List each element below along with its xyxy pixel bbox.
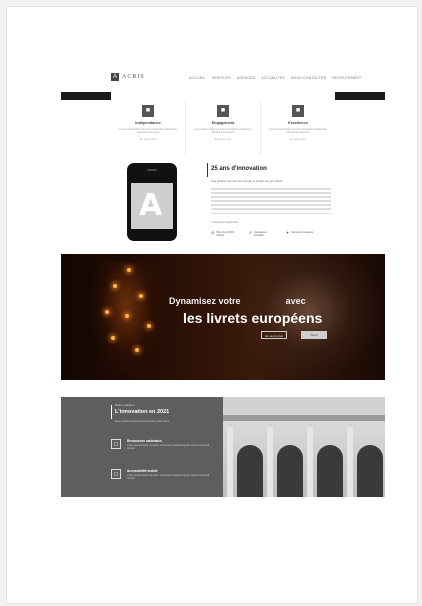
- nav-item-contact[interactable]: Nous contacter: [291, 76, 326, 80]
- innovation-stats: ◎ Plus de 10 000 clients ↗ Croissance an…: [211, 230, 313, 238]
- item-title: Ressources nationales: [127, 439, 162, 443]
- gray-panel: Notre ambition L'innovation en 2021 Des …: [61, 397, 223, 497]
- section-kicker: Notre ambition: [115, 403, 135, 407]
- title-accent-bar: [207, 163, 208, 177]
- app-logo-icon: A: [139, 188, 163, 223]
- sparkle-icon: ✦: [285, 230, 290, 235]
- logo[interactable]: A ACRIS: [111, 73, 145, 81]
- logo-text: ACRIS: [122, 74, 145, 80]
- item-text: Lorem ipsum dolor sit amet, consectetur …: [127, 474, 210, 481]
- nav-item-agences[interactable]: Agences: [237, 76, 256, 80]
- nav-item-accueil[interactable]: Accueil: [189, 76, 206, 80]
- innovation-subtitle: Une banque tournée vers l'avenir et proc…: [211, 179, 283, 183]
- hero-heading-prefix: Dynamisez votre: [169, 296, 241, 306]
- building-arch: [357, 445, 383, 497]
- tree-light: [139, 294, 143, 298]
- hero-heading-line2: les livrets européens: [183, 310, 323, 326]
- building-column: [347, 427, 353, 497]
- feature-link[interactable]: En savoir plus: [261, 138, 335, 141]
- phone-mockup: A: [127, 163, 177, 241]
- building-cornice: [223, 415, 385, 421]
- stat-text: Services innovants: [291, 231, 313, 234]
- feature-card: ■ Excellence Lorem ipsum dolor sit amet …: [261, 101, 335, 157]
- nav-item-actualites[interactable]: Actualités: [261, 76, 285, 80]
- section-subtitle: Des solutions bancaires pensées pour vou…: [115, 419, 170, 423]
- hero-heading-suffix: avec: [285, 296, 306, 306]
- logo-mark-icon: A: [111, 73, 119, 81]
- innovation-title: 25 ans d'innovation: [211, 166, 267, 172]
- feature-text: Lorem ipsum dolor sit amet consectetur a…: [194, 128, 252, 135]
- stat-text: Croissance annuelle: [253, 231, 267, 237]
- tree-light: [125, 314, 129, 318]
- feature-link[interactable]: En savoir plus: [186, 138, 260, 141]
- top-bar-right-block: [335, 92, 385, 100]
- main-nav: Accueil Services Agences Actualités Nous…: [189, 76, 361, 80]
- feature-card: ■ Engagement Lorem ipsum dolor sit amet …: [186, 101, 261, 157]
- innovation-note[interactable]: Télécharger l'application: [211, 221, 239, 224]
- top-bar-left-block: [61, 92, 111, 100]
- nav-item-recrutement[interactable]: Recrutement: [332, 76, 361, 80]
- feature-title: Excellence: [288, 121, 308, 125]
- building-column: [307, 427, 313, 497]
- feature-title: Engagement: [211, 121, 235, 125]
- building-column: [227, 427, 233, 497]
- stat-text: Plus de 10 000 clients: [216, 231, 234, 237]
- feature-card: ■ Indépendance Lorem ipsum dolor sit ame…: [111, 101, 186, 157]
- square-icon: ◻: [111, 439, 121, 449]
- nav-item-services[interactable]: Services: [212, 76, 231, 80]
- section-title: L'innovation en 2021: [115, 409, 170, 415]
- innovation-body-text: [211, 188, 331, 217]
- target-icon: ◎: [211, 230, 215, 235]
- stat-item: ✦ Services innovants: [286, 231, 313, 237]
- feature-text: Lorem ipsum dolor sit amet consectetur a…: [119, 128, 177, 135]
- tree-light: [105, 310, 109, 314]
- feature-title: Indépendance: [135, 121, 161, 125]
- feature-cards: ■ Indépendance Lorem ipsum dolor sit ame…: [111, 101, 335, 157]
- item-title: Accessibilité mobile: [127, 469, 158, 473]
- stat-item: ↗ Croissance annuelle: [248, 230, 276, 238]
- hero-banner: Dynamisez votre avec les livrets europée…: [61, 254, 385, 380]
- feature-icon: ■: [292, 105, 304, 117]
- phone-screen: A: [131, 183, 173, 229]
- hero-buttons: En savoir plus Ouvrir: [261, 331, 327, 339]
- building-arch: [277, 445, 303, 497]
- tree-light: [135, 348, 139, 352]
- tree-light: [113, 284, 117, 288]
- square-icon: ◻: [111, 469, 121, 479]
- title-accent-bar: [111, 405, 112, 419]
- hero-heading-line1: Dynamisez votre avec: [169, 296, 306, 306]
- feature-icon: ■: [217, 105, 229, 117]
- feature-link[interactable]: En savoir plus: [111, 138, 185, 141]
- tree-light: [111, 336, 115, 340]
- website-mockup: A ACRIS Accueil Services Agences Actuali…: [61, 67, 385, 507]
- growth-icon: ↗: [248, 230, 252, 235]
- phone-speaker: [147, 169, 157, 171]
- innovation-2021-section: Notre ambition L'innovation en 2021 Des …: [61, 397, 385, 497]
- feature-icon: ■: [142, 105, 154, 117]
- tree-light: [147, 324, 151, 328]
- site-header: A ACRIS Accueil Services Agences Actuali…: [61, 67, 385, 91]
- hero-open-button[interactable]: Ouvrir: [301, 331, 327, 339]
- building-column: [267, 427, 273, 497]
- top-bar: [61, 92, 385, 100]
- building-arch: [237, 445, 263, 497]
- feature-text: Lorem ipsum dolor sit amet consectetur a…: [269, 128, 327, 135]
- tree-light: [127, 268, 131, 272]
- hero-more-button[interactable]: En savoir plus: [261, 331, 287, 339]
- item-text: Lorem ipsum dolor sit amet, consectetur …: [127, 444, 210, 451]
- building-arch: [317, 445, 343, 497]
- document-page: A ACRIS Accueil Services Agences Actuali…: [6, 6, 418, 604]
- building-photo: [223, 397, 385, 497]
- stat-item: ◎ Plus de 10 000 clients: [211, 230, 239, 238]
